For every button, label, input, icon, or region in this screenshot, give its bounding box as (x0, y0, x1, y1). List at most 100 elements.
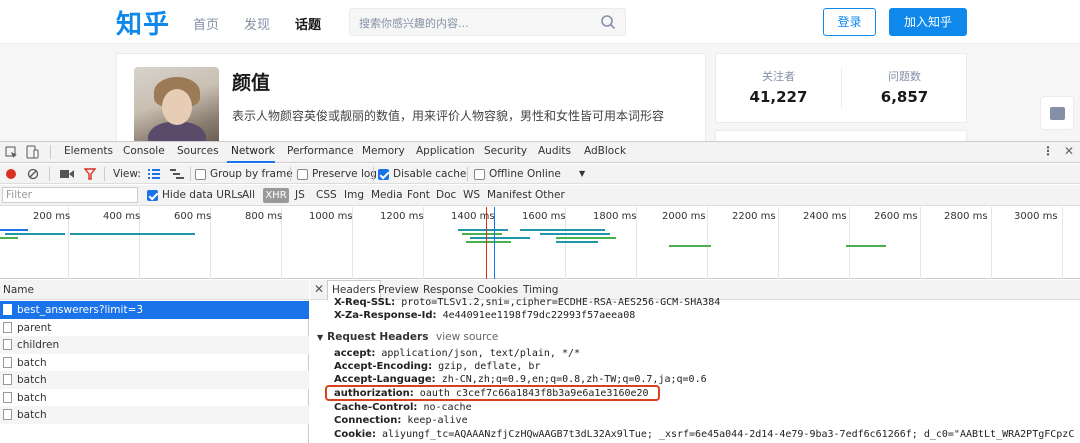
search-icon[interactable] (600, 14, 616, 30)
request-row[interactable]: batch (0, 406, 309, 424)
type-filter-doc[interactable]: Doc (436, 189, 456, 201)
tab-console[interactable]: Console (123, 145, 165, 157)
request-row[interactable]: children (0, 336, 309, 354)
network-toolbar: View: Group by frame Preserve log Disabl… (0, 164, 1080, 184)
tab-adblock[interactable]: AdBlock (584, 145, 626, 157)
timeline-request-bar (556, 241, 598, 243)
record-icon[interactable] (5, 168, 17, 180)
tab-timing[interactable]: Timing (523, 284, 558, 296)
toolbar-separator (467, 167, 468, 181)
authorization-highlight-box (325, 385, 660, 401)
stat-questions[interactable]: 问题数 6,857 (842, 68, 967, 106)
timeline-request-bar (462, 233, 502, 235)
timeline-request-bar (520, 229, 605, 231)
type-filter-ws[interactable]: WS (463, 189, 480, 201)
load-event-marker (486, 207, 487, 279)
disable-cache-checkbox[interactable] (378, 169, 389, 180)
offline-checkbox[interactable] (474, 169, 485, 180)
floating-side-button[interactable] (1040, 96, 1074, 130)
filter-input[interactable]: Filter (2, 187, 138, 203)
large-rows-icon[interactable] (148, 169, 160, 179)
type-filter-manifest[interactable]: Manifest (487, 189, 532, 201)
topic-stats: 关注者 41,227 问题数 6,857 (715, 53, 967, 123)
collapse-triangle-icon: ▼ (317, 333, 324, 342)
throttling-dropdown-icon[interactable]: ▼ (579, 169, 585, 178)
tab-sources[interactable]: Sources (177, 145, 219, 157)
zhihu-logo[interactable]: 知乎 (116, 4, 170, 41)
request-name: batch (17, 374, 47, 386)
waterfall-overview-icon[interactable] (170, 169, 184, 179)
request-row[interactable]: batch (0, 354, 309, 372)
close-devtools-icon[interactable]: ✕ (1064, 144, 1074, 158)
type-filter-other[interactable]: Other (535, 189, 565, 201)
filter-icon[interactable] (84, 168, 96, 180)
tab-application[interactable]: Application (416, 145, 475, 157)
header-value: 4e44091ee1198f79dc22993f57aeea08 (442, 310, 636, 321)
network-overview-timeline[interactable]: 200 ms 400 ms 600 ms 800 ms 1000 ms 1200… (0, 207, 1080, 279)
device-toolbar-icon[interactable] (26, 145, 39, 159)
tab-memory[interactable]: Memory (362, 145, 405, 157)
more-menu-icon[interactable]: ⋮ (1042, 144, 1054, 158)
inbox-icon (1050, 107, 1065, 120)
login-button[interactable]: 登录 (823, 8, 876, 36)
nav-topics[interactable]: 话题 (295, 14, 321, 33)
toolbar-separator (190, 167, 191, 181)
toolbar-separator (104, 167, 105, 181)
search-input[interactable]: 搜索你感兴趣的内容... (349, 8, 626, 36)
tab-audits[interactable]: Audits (538, 145, 571, 157)
tab-preview[interactable]: Preview (378, 284, 419, 296)
type-filter-all[interactable]: All (242, 189, 255, 201)
request-headers-section[interactable]: ▼ Request Headers (317, 331, 428, 343)
group-by-frame-checkbox[interactable] (195, 169, 206, 180)
request-row[interactable]: parent (0, 319, 309, 337)
header-key: X-Req-SSL: (334, 297, 396, 308)
inspect-element-icon[interactable] (5, 146, 18, 159)
tabbar-separator (50, 145, 51, 159)
view-label: View: (113, 168, 141, 180)
timeline-request-bar (0, 237, 18, 239)
tab-performance[interactable]: Performance (287, 145, 354, 157)
join-button[interactable]: 加入知乎 (889, 8, 967, 36)
hide-data-urls-checkbox[interactable] (147, 190, 158, 201)
tab-response[interactable]: Response (423, 284, 473, 296)
response-header-x-za-response-id: X-Za-Response-Id: 4e44091ee1198f79dc2299… (334, 310, 635, 321)
tab-elements[interactable]: Elements (64, 145, 113, 157)
type-filter-css[interactable]: CSS (316, 189, 337, 201)
type-filter-img[interactable]: Img (344, 189, 364, 201)
timeline-gridline (920, 207, 921, 279)
toolbar-separator (373, 167, 374, 181)
search-placeholder: 搜索你感兴趣的内容... (359, 17, 469, 30)
preserve-log-label: Preserve log (312, 168, 377, 180)
request-list: Name best_answerers?limit=3 parent child… (0, 280, 309, 443)
nav-discover[interactable]: 发现 (244, 14, 270, 33)
clear-icon[interactable] (27, 168, 39, 180)
timeline-tick: 200 ms (33, 211, 71, 222)
request-row[interactable]: best_answerers?limit=3 (0, 301, 309, 319)
request-row[interactable]: batch (0, 371, 309, 389)
header-key: Accept-Encoding: (334, 361, 433, 372)
type-filter-media[interactable]: Media (371, 189, 403, 201)
screenshot-capture-icon[interactable] (60, 169, 74, 179)
nav-home[interactable]: 首页 (193, 14, 219, 33)
request-name: batch (17, 356, 47, 369)
tab-security[interactable]: Security (484, 145, 527, 157)
timeline-tick: 1400 ms (451, 211, 495, 222)
type-filter-js[interactable]: JS (295, 189, 305, 201)
stat-followers[interactable]: 关注者 41,227 (716, 68, 841, 106)
close-details-icon[interactable]: ✕ (314, 282, 324, 296)
header-value: keep-alive (407, 415, 468, 426)
tab-cookies[interactable]: Cookies (477, 284, 518, 296)
timeline-tick: 400 ms (103, 211, 141, 222)
header-value: proto=TLSv1.2,sni=,cipher=ECDHE-RSA-AES2… (401, 297, 721, 308)
header-key: Cookie: (334, 429, 376, 440)
type-filter-xhr[interactable]: XHR (263, 188, 289, 203)
preserve-log-checkbox[interactable] (297, 169, 308, 180)
request-headers-title: Request Headers (327, 331, 429, 343)
type-filter-font[interactable]: Font (407, 189, 430, 201)
request-list-header[interactable]: Name (0, 280, 309, 300)
request-row[interactable]: batch (0, 389, 309, 407)
tab-network[interactable]: Network (231, 145, 275, 157)
view-source-link[interactable]: view source (436, 331, 498, 343)
throttling-select[interactable]: Online (527, 168, 561, 180)
timeline-tick: 2200 ms (732, 211, 776, 222)
